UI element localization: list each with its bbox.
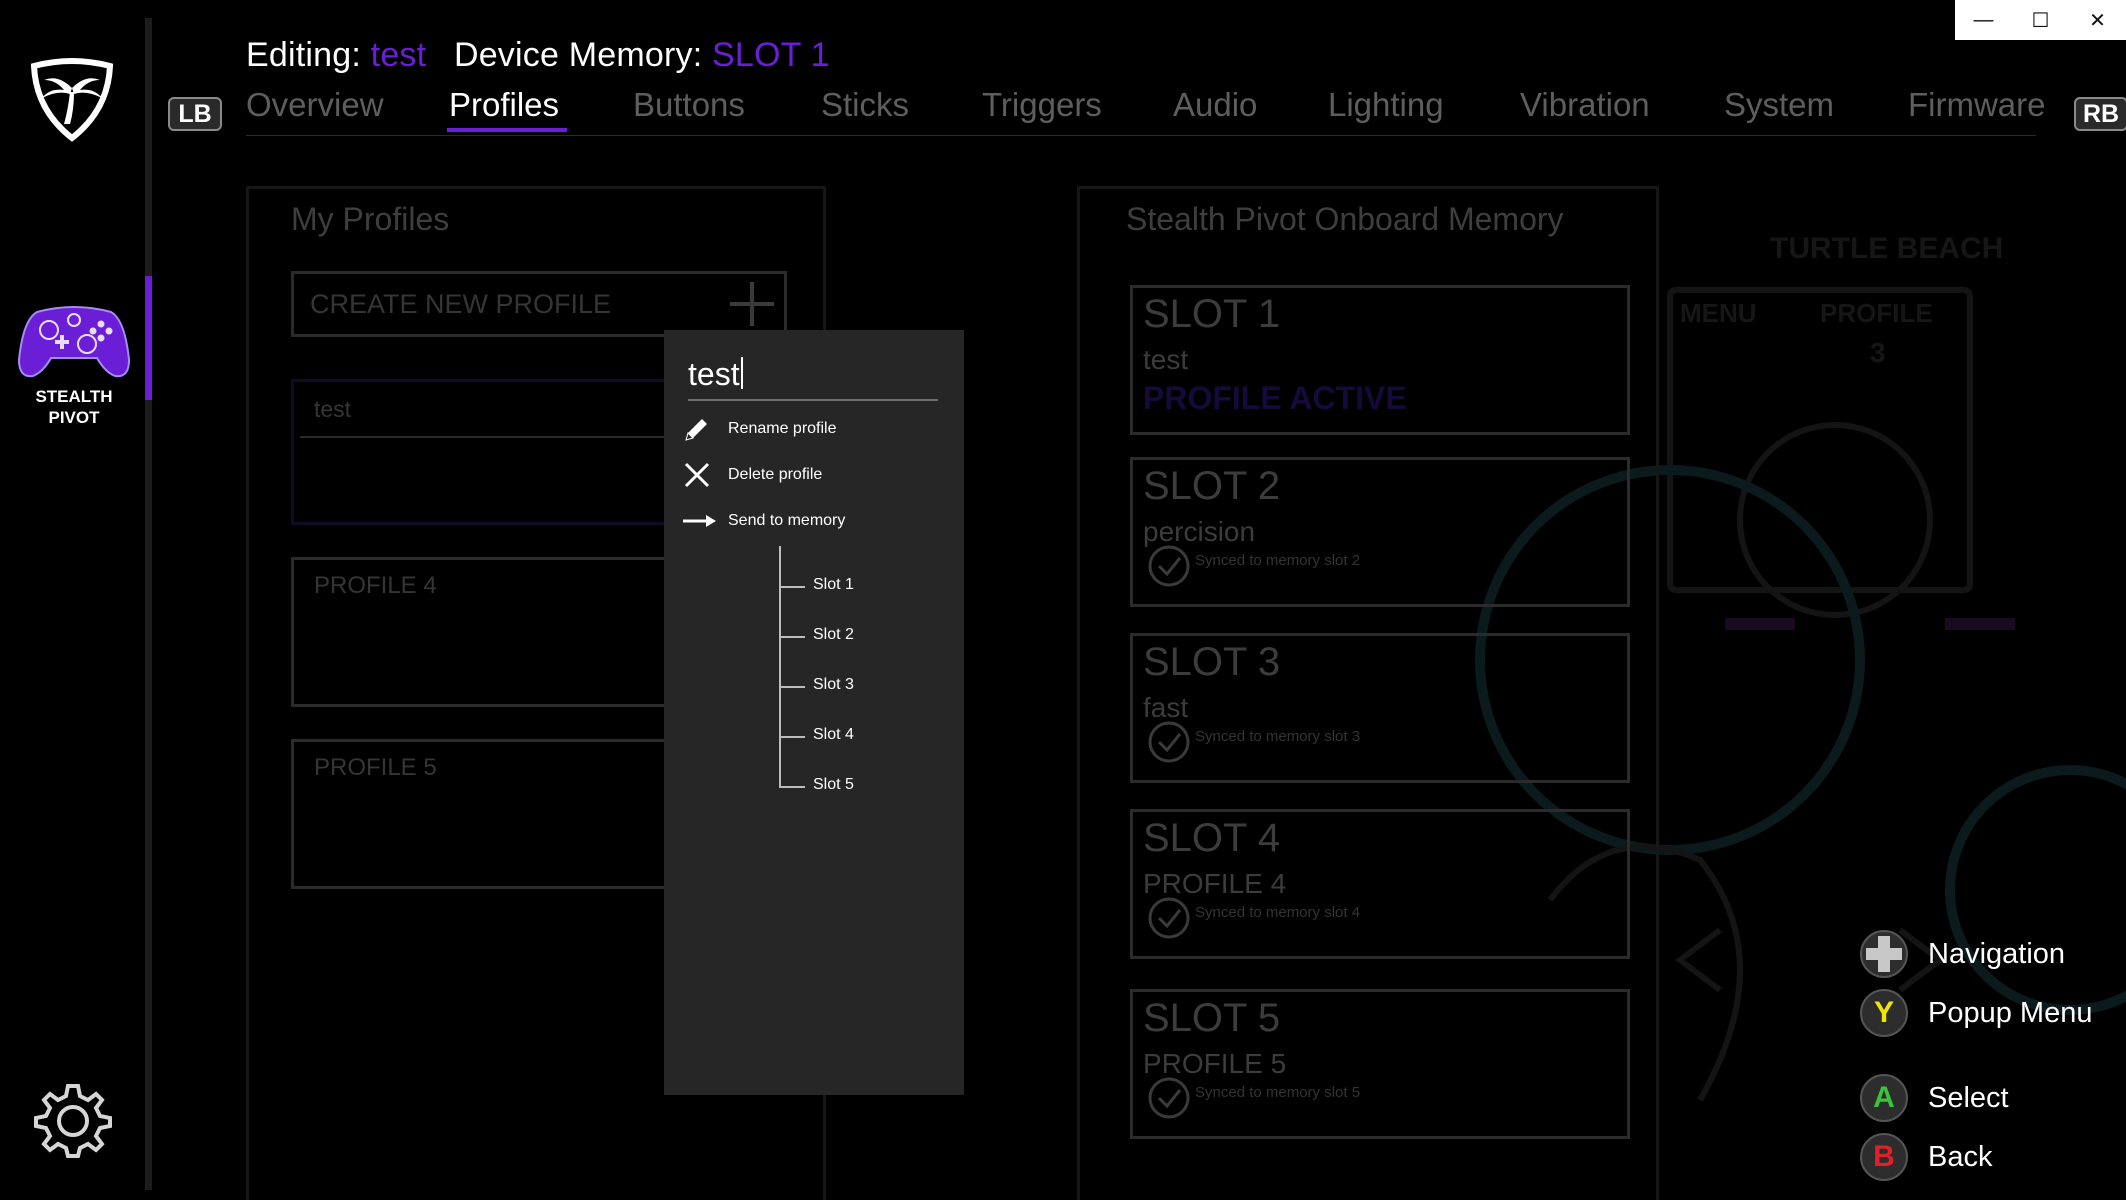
memory-slot-tree: Slot 1 Slot 2 Slot 3 Slot 4 Slot 5 (779, 546, 929, 793)
text-caret (740, 357, 743, 389)
rail-divider (145, 18, 152, 1190)
rail-active-indicator (145, 276, 152, 400)
memory-slot-5[interactable]: SLOT 5 PROFILE 5 Synced to memory slot 5 (1130, 989, 1630, 1139)
tree-branch (779, 586, 805, 588)
legend-back-label: Back (1928, 1140, 1993, 1173)
send-to-memory-item[interactable]: Send to memory (682, 506, 845, 536)
editing-profile-name: test (370, 36, 427, 74)
bg-menu-text: MENU (1680, 298, 1757, 328)
profile-popup-menu: test Rename profile Delete profile Send … (664, 330, 964, 1095)
check-icon (1148, 721, 1190, 763)
bg-profile-number: 3 (1870, 337, 1886, 368)
editing-header: Editing: test Device Memory: SLOT 1 (246, 36, 830, 75)
slot-status: Synced to memory slot 4 (1195, 904, 1361, 921)
tab-triggers[interactable]: Triggers (982, 86, 1102, 124)
legend-select-label: Select (1928, 1081, 2009, 1114)
tree-branch (779, 786, 805, 788)
send-to-memory-label: Send to memory (728, 512, 846, 529)
tree-trunk (779, 546, 781, 788)
rb-button[interactable]: RB (2074, 97, 2126, 131)
editing-prefix: Editing: (246, 36, 362, 74)
rename-profile-item[interactable]: Rename profile (682, 414, 837, 444)
dpad-icon (1860, 930, 1908, 978)
memory-slot-4[interactable]: SLOT 4 PROFILE 4 Synced to memory slot 4 (1130, 809, 1630, 959)
onboard-memory-title: Stealth Pivot Onboard Memory (1126, 201, 1564, 237)
legend-navigation: Navigation (1860, 930, 2065, 978)
my-profiles-title: My Profiles (291, 201, 450, 237)
tab-vibration[interactable]: Vibration (1520, 86, 1650, 124)
legend-navigation-label: Navigation (1928, 937, 2066, 970)
slot-title: SLOT 3 (1143, 640, 1281, 684)
pencil-icon (685, 419, 707, 441)
slot-title: SLOT 4 (1143, 816, 1281, 860)
tab-overview[interactable]: Overview (246, 86, 384, 124)
create-profile-label: CREATE NEW PROFILE (310, 289, 612, 319)
arrow-right-icon (683, 515, 716, 527)
slot-title: SLOT 5 (1143, 996, 1281, 1040)
tab-lighting[interactable]: Lighting (1328, 86, 1444, 124)
check-icon (1148, 897, 1190, 939)
tree-branch (779, 636, 805, 638)
turtle-beach-logo[interactable] (28, 58, 116, 142)
send-slot-4[interactable]: Slot 4 (813, 726, 854, 744)
tab-audio[interactable]: Audio (1173, 86, 1257, 124)
profile-card-name: PROFILE 5 (314, 754, 437, 781)
slot-status: Synced to memory slot 5 (1195, 1084, 1361, 1101)
memory-slot-1[interactable]: SLOT 1 test PROFILE ACTIVE (1130, 285, 1630, 435)
legend-popup-menu: Y Popup Menu (1860, 989, 2092, 1037)
device-label: STEALTH PIVOT (35, 387, 113, 427)
window-controls: — ☐ ✕ (1955, 0, 2126, 40)
active-tab-underline (447, 128, 567, 132)
create-profile-button[interactable]: CREATE NEW PROFILE (291, 271, 787, 337)
close-icon (684, 462, 710, 488)
close-button[interactable]: ✕ (2069, 0, 2126, 40)
minimize-button[interactable]: — (1955, 0, 2012, 40)
memory-prefix: Device Memory: (453, 36, 703, 74)
slot-status: PROFILE ACTIVE (1143, 380, 1407, 416)
tab-buttons[interactable]: Buttons (633, 86, 745, 124)
maximize-button[interactable]: ☐ (2012, 0, 2069, 40)
tree-branch (779, 686, 805, 688)
b-button-icon: B (1860, 1133, 1908, 1181)
controller-icon[interactable] (17, 298, 131, 382)
a-button-icon: A (1860, 1074, 1908, 1122)
onboard-memory-panel: Stealth Pivot Onboard Memory SLOT 1 test… (1077, 186, 1659, 1200)
send-slot-1[interactable]: Slot 1 (813, 576, 854, 594)
tab-system[interactable]: System (1724, 86, 1834, 124)
left-rail: STEALTH PIVOT (0, 0, 150, 1200)
bg-brand-text: TURTLE BEACH (1770, 232, 2003, 265)
slot-title: SLOT 1 (1143, 292, 1281, 336)
slot-title: SLOT 2 (1143, 464, 1281, 508)
profile-card-name: test (314, 396, 352, 422)
send-slot-2[interactable]: Slot 2 (813, 626, 854, 644)
slot-status: Synced to memory slot 3 (1195, 728, 1361, 745)
tab-firmware[interactable]: Firmware (1908, 86, 2046, 124)
legend-popup-label: Popup Menu (1928, 996, 2093, 1029)
lb-button[interactable]: LB (168, 97, 222, 131)
profile-name-input[interactable]: test (688, 356, 938, 401)
legend-back: B Back (1860, 1133, 1992, 1181)
delete-profile-label: Delete profile (728, 466, 823, 483)
delete-profile-item[interactable]: Delete profile (682, 460, 822, 490)
rename-profile-label: Rename profile (728, 420, 837, 437)
check-icon (1148, 545, 1190, 587)
profile-name-value: test (688, 356, 740, 392)
check-icon (1148, 1077, 1190, 1119)
send-slot-5[interactable]: Slot 5 (813, 776, 854, 794)
y-button-icon: Y (1860, 989, 1908, 1037)
profile-card-name: PROFILE 4 (314, 572, 437, 599)
bg-profile-text: PROFILE (1820, 298, 1933, 328)
send-slot-3[interactable]: Slot 3 (813, 676, 854, 694)
tree-branch (779, 736, 805, 738)
gear-icon[interactable] (34, 1082, 112, 1160)
slot-profile-name: test (1143, 344, 1189, 375)
tab-profiles[interactable]: Profiles (449, 86, 559, 124)
legend-select: A Select (1860, 1074, 2009, 1122)
memory-slot-2[interactable]: SLOT 2 percision Synced to memory slot 2 (1130, 457, 1630, 607)
memory-slot-3[interactable]: SLOT 3 fast Synced to memory slot 3 (1130, 633, 1630, 783)
tab-sticks[interactable]: Sticks (821, 86, 909, 124)
slot-status: Synced to memory slot 2 (1195, 552, 1361, 569)
memory-slot-name: SLOT 1 (712, 36, 830, 74)
plus-icon (730, 282, 774, 326)
